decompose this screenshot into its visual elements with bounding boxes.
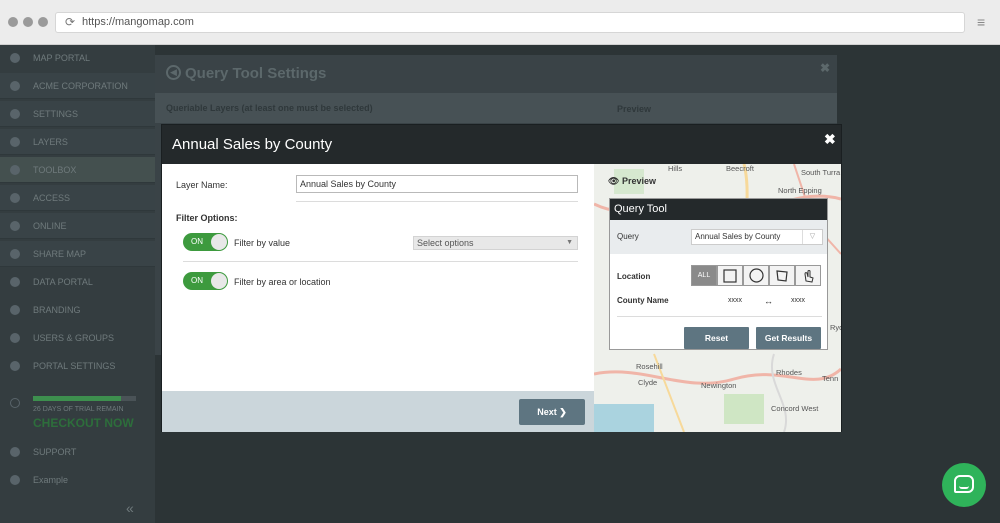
circle-icon[interactable] xyxy=(743,265,769,286)
reload-icon[interactable]: ⟳ xyxy=(65,13,75,32)
modal-header: Annual Sales by County ✖ xyxy=(162,125,841,164)
panel-title: Query Tool Settings xyxy=(185,65,327,82)
layers-icon xyxy=(10,137,20,147)
sidebar-item-toolbox[interactable]: TOOLBOX xyxy=(0,157,155,183)
trial-text: 26 DAYS OF TRIAL REMAIN xyxy=(33,406,124,413)
modal-title: Annual Sales by County xyxy=(172,136,333,153)
layer-name-input[interactable]: Annual Sales by County xyxy=(296,175,578,193)
query-tool-widget: Query Tool Query Annual Sales by County ▽… xyxy=(609,198,828,350)
sidebar-item-portal-settings[interactable]: PORTAL SETTINGS xyxy=(0,353,155,379)
globe-icon xyxy=(10,53,20,63)
sidebar-item-settings[interactable]: SETTINGS xyxy=(0,101,155,127)
chat-launcher[interactable] xyxy=(942,463,986,507)
toolbox-icon xyxy=(10,165,20,175)
sidebar-item-data-portal[interactable]: DATA PORTAL xyxy=(0,269,155,295)
sidebar-item-support[interactable]: SUPPORT xyxy=(0,439,155,465)
collapse-icon[interactable]: « xyxy=(126,500,134,516)
share-icon xyxy=(10,249,20,259)
sidebar-item-users-groups[interactable]: USERS & GROUPS xyxy=(0,325,155,351)
query-tool-title: Query Tool xyxy=(610,199,827,220)
rectangle-icon[interactable] xyxy=(717,265,743,286)
monitor-icon xyxy=(10,361,20,371)
modal-close-icon[interactable]: ✖ xyxy=(824,131,836,148)
window-controls xyxy=(8,17,48,27)
back-icon[interactable]: ◀ xyxy=(166,65,181,80)
query-row: Query Annual Sales by County ▽ xyxy=(610,220,827,254)
sidebar-item-access[interactable]: ACCESS xyxy=(0,185,155,211)
range-to: xxxx xyxy=(791,297,805,304)
user-icon xyxy=(10,475,20,485)
sidebar-item-user[interactable]: Example xyxy=(0,467,155,493)
chevron-down-icon: ▼ xyxy=(566,239,573,246)
sidebar: MAP PORTAL ACME Corporation Dete... SETT… xyxy=(0,45,155,523)
sidebar-item-branding[interactable]: BRANDING xyxy=(0,297,155,323)
range-from: xxxx xyxy=(728,297,742,304)
sidebar-item-layers[interactable]: LAYERS xyxy=(0,129,155,155)
layer-modal: Annual Sales by County ✖ Layer Name: Ann… xyxy=(161,124,842,432)
clock-icon xyxy=(10,398,20,408)
query-dropdown[interactable]: Annual Sales by County ▽ xyxy=(691,229,823,245)
eye-icon: 👁 xyxy=(608,176,620,186)
chat-icon xyxy=(954,475,974,493)
window-dot[interactable] xyxy=(23,17,33,27)
url-text: https://mangomap.com xyxy=(82,16,194,28)
window-dot[interactable] xyxy=(8,17,18,27)
online-icon xyxy=(10,221,20,231)
checkout-link[interactable]: CHECKOUT NOW xyxy=(33,416,134,430)
location-label: Location xyxy=(617,272,651,281)
county-name-label: County Name xyxy=(617,296,669,305)
brush-icon xyxy=(10,305,20,315)
lock-icon xyxy=(10,193,20,203)
preview-label: 👁 Preview xyxy=(608,176,656,186)
polygon-icon[interactable] xyxy=(769,265,795,286)
modal-body: Layer Name: Annual Sales by County Filte… xyxy=(162,164,594,391)
range-arrow-icon: ↔ xyxy=(764,296,773,306)
map-icon xyxy=(10,81,20,91)
help-icon xyxy=(10,447,20,457)
chevron-down-icon: ▽ xyxy=(802,230,822,244)
sidebar-item-online[interactable]: ONLINE xyxy=(0,213,155,239)
trial-progress xyxy=(33,396,136,401)
window-dot[interactable] xyxy=(38,17,48,27)
panel-close-icon[interactable]: ✖ xyxy=(820,61,830,75)
get-results-button[interactable]: Get Results xyxy=(756,327,821,349)
panel-subtitle: Queriable Layers (at least one must be s… xyxy=(166,103,373,113)
modal-footer: Next ❯ xyxy=(162,391,594,432)
all-button[interactable]: ALL xyxy=(691,265,717,286)
filter-by-value-label: Filter by value xyxy=(234,238,291,248)
select-options-dropdown[interactable]: Select options ▼ xyxy=(413,236,578,250)
chevron-right-icon: ❯ xyxy=(559,407,567,417)
users-icon xyxy=(10,333,20,343)
gear-icon xyxy=(10,109,20,119)
filter-options-label: Filter Options: xyxy=(176,213,238,223)
location-shape-tools: ALL xyxy=(691,265,822,286)
menu-icon[interactable]: ≡ xyxy=(977,15,991,29)
browser-toolbar: ⟳ https://mangomap.com ≡ xyxy=(0,0,1000,45)
panel-preview-label: Preview xyxy=(617,104,652,114)
filter-area-toggle[interactable]: ON xyxy=(183,272,228,290)
layer-name-label: Layer Name: xyxy=(176,180,228,190)
sidebar-item-acme[interactable]: ACME Corporation Dete... xyxy=(0,73,155,117)
next-button[interactable]: Next ❯ xyxy=(519,399,585,425)
database-icon xyxy=(10,277,20,287)
sidebar-item-share-map[interactable]: SHARE MAP xyxy=(0,241,155,267)
sidebar-item-map-portal[interactable]: MAP PORTAL xyxy=(0,45,155,71)
hand-pointer-icon[interactable] xyxy=(795,265,821,286)
map-preview[interactable]: Hills Beecroft South Turra North Epping … xyxy=(594,164,841,432)
filter-value-toggle[interactable]: ON xyxy=(183,233,228,251)
address-bar[interactable]: ⟳ https://mangomap.com xyxy=(55,12,965,33)
filter-by-area-label: Filter by area or location xyxy=(234,277,331,287)
reset-button[interactable]: Reset xyxy=(684,327,749,349)
